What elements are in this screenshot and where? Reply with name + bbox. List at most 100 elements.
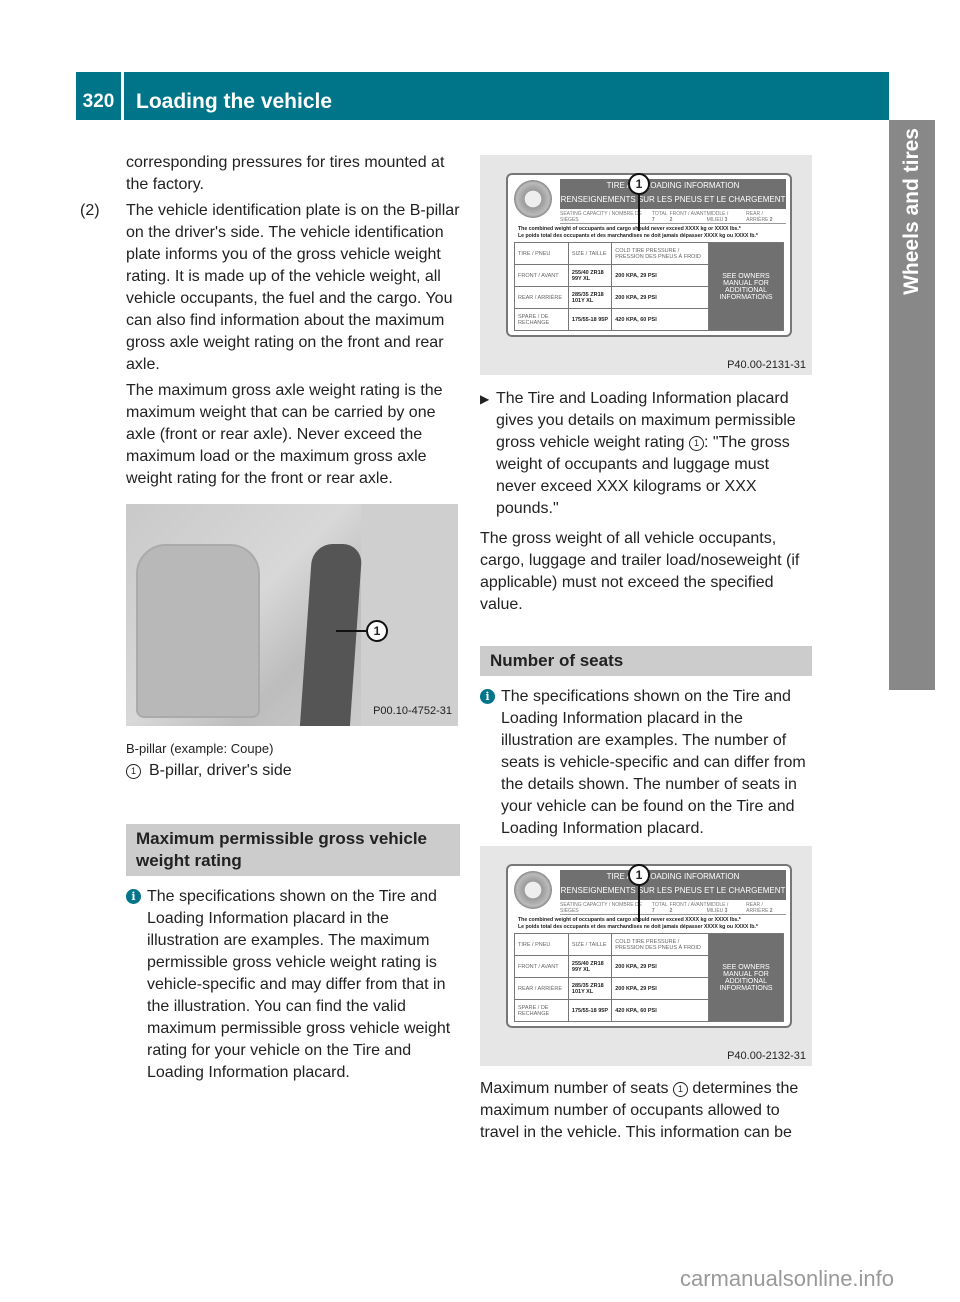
tire-placard: TIRE AND LOADING INFORMATION RENSEIGNEME… xyxy=(506,864,792,1028)
callout-line xyxy=(638,191,640,231)
info-text: The specifications shown on the Tire and… xyxy=(501,688,806,837)
placard-title-fr: RENSEIGNEMENTS SUR LES PNEUS ET LE CHARG… xyxy=(560,195,786,204)
row-size: 175/55-18 95P xyxy=(567,308,613,331)
col-tire: TIRE / PNEU xyxy=(514,242,569,265)
row-tire: FRONT / AVANT xyxy=(514,955,569,978)
seating-row: SEATING CAPACITY / NOMBRE DE SIÈGES TOTA… xyxy=(560,211,786,224)
front-seats: FRONT / AVANT 2 xyxy=(670,211,707,223)
front-label: FRONT / AVANT xyxy=(669,902,707,908)
chapter-tab: Wheels and tires xyxy=(889,120,935,690)
front-value: 2 xyxy=(669,908,673,914)
seat-shape xyxy=(136,544,260,718)
right-column: ▶ The Tire and Loading Information placa… xyxy=(480,388,812,840)
warning-en: The combined weight of occupants and car… xyxy=(518,226,741,232)
seating-row: SEATING CAPACITY / NOMBRE DE SIÈGES TOTA… xyxy=(560,902,786,915)
row-tire: REAR / ARRIÈRE xyxy=(514,977,569,1000)
page-title: Loading the vehicle xyxy=(124,72,889,120)
placard-figure-1: TIRE AND LOADING INFORMATION RENSEIGNEME… xyxy=(480,155,812,375)
door-shape xyxy=(361,504,458,726)
row-tire: SPARE / DE RECHANGE xyxy=(514,999,569,1022)
figure-code: P40.00-2132-31 xyxy=(727,1050,806,1062)
row-pressure: 200 KPA, 29 PSI xyxy=(611,286,709,309)
table-header-row: TIRE / PNEU SIZE / TAILLE COLD TIRE PRES… xyxy=(514,242,784,331)
placard-table: TIRE / PNEU SIZE / TAILLE COLD TIRE PRES… xyxy=(514,242,784,331)
legend-text: B-pillar, driver's side xyxy=(149,762,292,779)
figure-code: P40.00-2131-31 xyxy=(727,359,806,371)
placard-title-en: TIRE AND LOADING INFORMATION xyxy=(606,872,740,881)
watermark: carmanualsonline.info xyxy=(680,1266,895,1291)
info-icon: i xyxy=(480,689,495,704)
continued-text: corresponding pressures for tires mounte… xyxy=(126,154,445,193)
triangle-right-icon: ▶ xyxy=(480,392,490,406)
rear-label: REAR / ARRIÈRE xyxy=(746,211,769,223)
total-seats: TOTAL 7 xyxy=(652,902,670,914)
info-text: The specifications shown on the Tire and… xyxy=(147,888,451,1081)
left-column: corresponding pressures for tires mounte… xyxy=(80,152,460,1084)
final-text-pre: Maximum number of seats xyxy=(480,1080,669,1097)
info-note: i The specifications shown on the Tire a… xyxy=(126,886,460,1084)
row-pressure: 420 KPA, 60 PSI xyxy=(611,308,709,331)
middle-value: 3 xyxy=(724,217,728,223)
placard-title: TIRE AND LOADING INFORMATION RENSEIGNEME… xyxy=(560,870,786,900)
final-callout: 1 xyxy=(672,1081,688,1097)
placard-figure-2: TIRE AND LOADING INFORMATION RENSEIGNEME… xyxy=(480,846,812,1066)
rear-value: 2 xyxy=(769,908,773,914)
col-size: SIZE / TAILLE xyxy=(567,242,613,265)
section-heading: Maximum permissible gross vehicle weight… xyxy=(126,824,460,876)
info-note: i The specifications shown on the Tire a… xyxy=(480,686,812,840)
front-value: 2 xyxy=(669,217,673,223)
figure-code: P00.10-4752-31 xyxy=(373,705,452,717)
total-value: 7 xyxy=(651,217,655,223)
warning-en: The combined weight of occupants and car… xyxy=(518,917,741,923)
paragraph: The gross weight of all vehicle occupant… xyxy=(480,530,800,613)
row-pressure: 200 KPA, 29 PSI xyxy=(611,977,709,1000)
step-item: ▶ The Tire and Loading Information placa… xyxy=(480,388,812,524)
list-item-2: (2) The vehicle identification plate is … xyxy=(80,200,460,494)
row-tire: FRONT / AVANT xyxy=(514,264,569,287)
legend-number: 1 xyxy=(126,763,141,779)
front-label: FRONT / AVANT xyxy=(669,211,707,217)
figure-legend: 1 B-pillar, driver's side xyxy=(126,760,460,782)
rear-value: 2 xyxy=(769,217,773,223)
info-icon: i xyxy=(126,889,141,904)
rear-seats: REAR / ARRIÈRE 2 xyxy=(746,902,786,914)
placard-warning: The combined weight of occupants and car… xyxy=(518,226,784,240)
middle-seats: MIDDLE / MILIEU 3 xyxy=(707,211,747,223)
table-header-row: TIRE / PNEU SIZE / TAILLE COLD TIRE PRES… xyxy=(514,933,784,1022)
row-size: 285/35 ZR18 101Y XL xyxy=(567,977,613,1000)
callout-marker: 1 xyxy=(628,173,650,195)
row-size: 255/40 ZR18 99Y XL xyxy=(567,955,613,978)
row-size: 255/40 ZR18 99Y XL xyxy=(567,264,613,287)
placard-title-fr: RENSEIGNEMENTS SUR LES PNEUS ET LE CHARG… xyxy=(560,886,786,895)
col-pressure: COLD TIRE PRESSURE / PRESSION DES PNEUS … xyxy=(611,933,709,956)
item-number: (2) xyxy=(80,202,100,219)
row-size: 285/35 ZR18 101Y XL xyxy=(567,286,613,309)
see-manual-box: SEE OWNERS MANUAL FOR ADDITIONAL INFORMA… xyxy=(708,933,784,1022)
wheel-icon xyxy=(514,180,552,218)
placard-title: TIRE AND LOADING INFORMATION RENSEIGNEME… xyxy=(560,179,786,209)
placard-title-en: TIRE AND LOADING INFORMATION xyxy=(606,181,740,190)
middle-seats: MIDDLE / MILIEU 3 xyxy=(707,902,747,914)
row-pressure: 200 KPA, 29 PSI xyxy=(611,264,709,287)
row-tire: REAR / ARRIÈRE xyxy=(514,286,569,309)
placard-warning: The combined weight of occupants and car… xyxy=(518,917,784,931)
col-tire: TIRE / PNEU xyxy=(514,933,569,956)
rear-label: REAR / ARRIÈRE xyxy=(746,902,769,914)
total-value: 7 xyxy=(651,908,655,914)
item-text: The vehicle identification plate is on t… xyxy=(126,202,460,373)
page-header: 320 Loading the vehicle xyxy=(76,72,889,120)
wheel-icon xyxy=(514,871,552,909)
callout-line xyxy=(336,630,366,632)
col-size: SIZE / TAILLE xyxy=(567,933,613,956)
figure-caption: B-pillar (example: Coupe) xyxy=(126,741,274,756)
row-pressure: 420 KPA, 60 PSI xyxy=(611,999,709,1022)
page-number: 320 xyxy=(76,72,124,120)
step-callout: 1 xyxy=(689,435,704,451)
callout-marker: 1 xyxy=(366,620,388,642)
col-pressure: COLD TIRE PRESSURE / PRESSION DES PNEUS … xyxy=(611,242,709,265)
see-manual-box: SEE OWNERS MANUAL FOR ADDITIONAL INFORMA… xyxy=(708,242,784,331)
b-pillar-photo: 1 P00.10-4752-31 xyxy=(126,504,458,726)
warning-fr: Le poids total des occupants et des marc… xyxy=(518,233,758,239)
row-size: 175/55-18 95P xyxy=(567,999,613,1022)
chapter-tab-label: Wheels and tires xyxy=(900,128,923,295)
